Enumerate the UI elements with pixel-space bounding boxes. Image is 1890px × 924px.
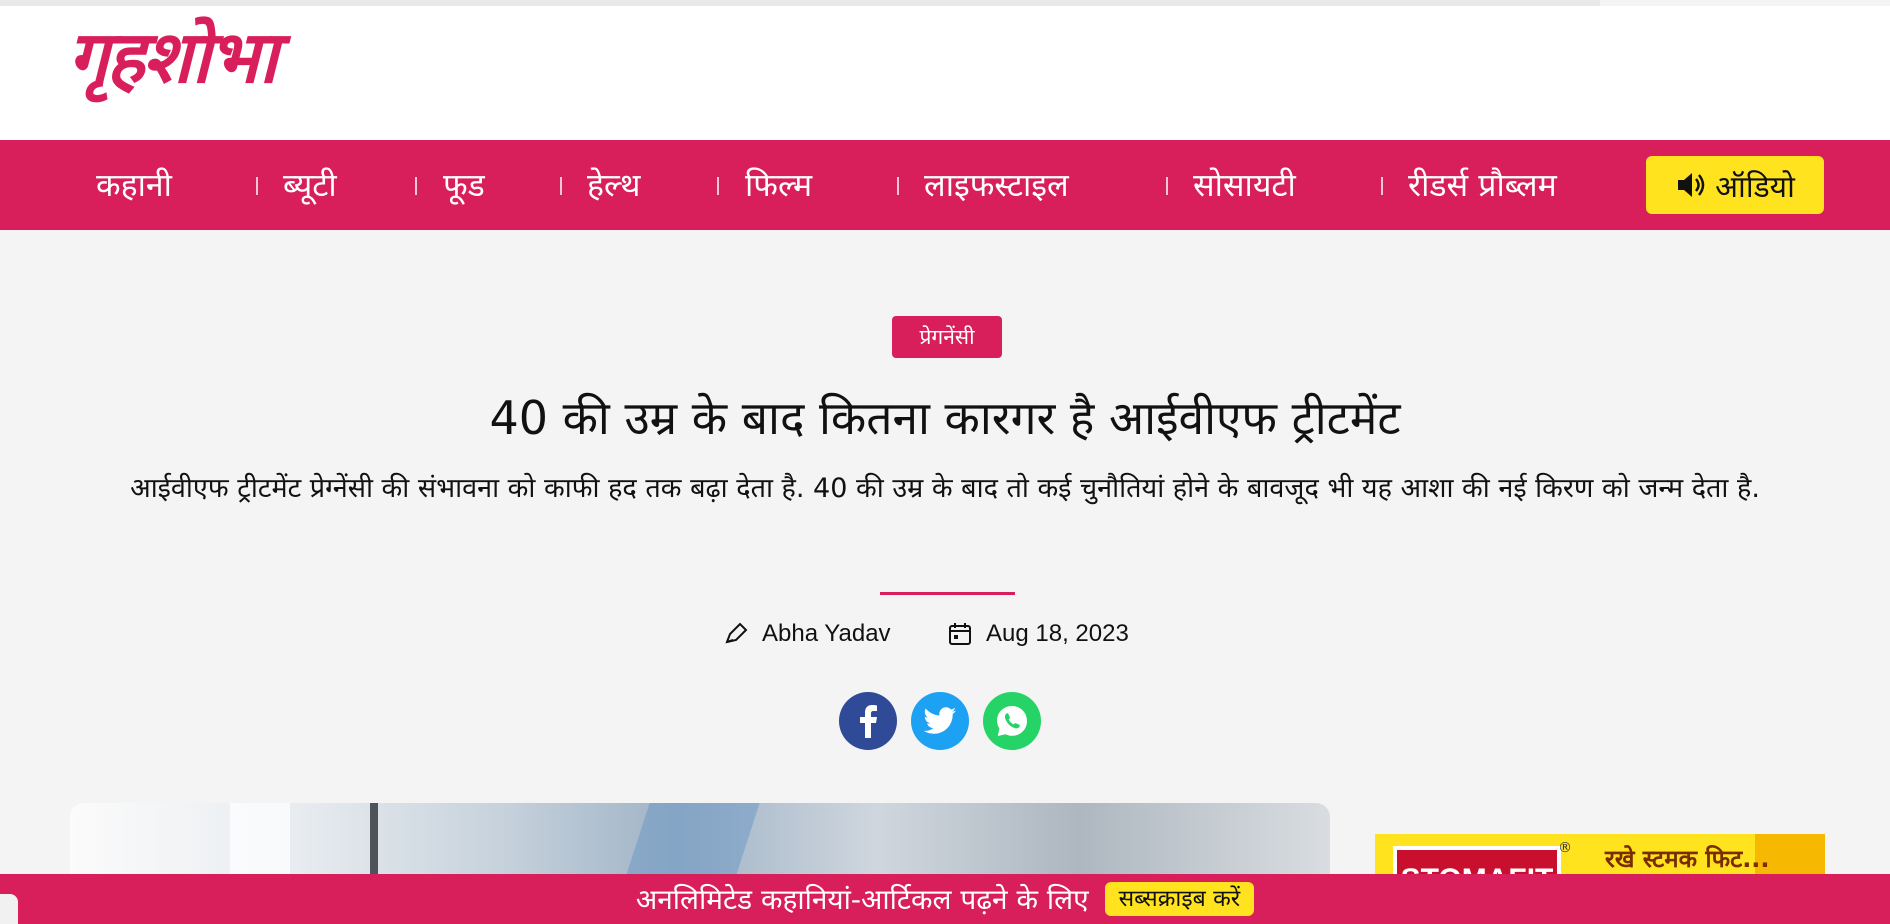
nav-item-health[interactable]: हेल्थ: [587, 140, 640, 230]
category-badge[interactable]: प्रेगनेंसी: [892, 316, 1002, 358]
site-header: गृहशोभा: [0, 6, 1890, 140]
nav-separator: [897, 177, 899, 195]
nav-item-food[interactable]: फूड: [443, 140, 485, 230]
share-twitter-button[interactable]: [911, 692, 969, 750]
share-facebook-button[interactable]: [839, 692, 897, 750]
author-meta[interactable]: Abha Yadav: [722, 614, 891, 654]
title-divider: [880, 592, 1015, 595]
nav-separator: [560, 177, 562, 195]
audio-button[interactable]: ऑडियो: [1646, 156, 1824, 214]
nav-item-kahani[interactable]: कहानी: [96, 140, 172, 230]
nav-separator: [256, 177, 258, 195]
subscribe-bar: अनलिमिटेड कहानियां-आर्टिकल पढ़ने के लिए …: [0, 874, 1890, 924]
article-title: 40 की उम्र के बाद कितना कारगर है आईवीएफ …: [489, 391, 1401, 445]
ad-registered-mark: ®: [1558, 840, 1572, 856]
facebook-icon: [860, 705, 877, 738]
nav-item-society[interactable]: सोसायटी: [1193, 140, 1296, 230]
site-logo[interactable]: गृहशोभा: [68, 14, 278, 100]
whatsapp-icon: [997, 706, 1027, 736]
article-subtitle: आईवीएफ ट्रीटमेंट प्रेग्नेंसी की संभावना …: [130, 473, 1760, 504]
audio-label: ऑडियो: [1715, 169, 1795, 205]
calendar-icon: [949, 623, 971, 645]
nav-separator: [1381, 177, 1383, 195]
twitter-icon: [923, 707, 956, 734]
side-tab[interactable]: [0, 894, 18, 924]
share-whatsapp-button[interactable]: [983, 692, 1041, 750]
pen-icon: [725, 622, 748, 644]
subscribe-button[interactable]: सब्सक्राइब करें: [1104, 882, 1255, 916]
nav-item-film[interactable]: फिल्म: [745, 140, 812, 230]
nav-item-lifestyle[interactable]: लाइफस्टाइल: [924, 140, 1069, 230]
date-meta: Aug 18, 2023: [946, 614, 1129, 654]
nav-item-beauty[interactable]: ब्यूटी: [283, 140, 337, 230]
nav-separator: [415, 177, 417, 195]
nav-separator: [1166, 177, 1168, 195]
nav-separator: [717, 177, 719, 195]
main-nav: कहानी ब्यूटी फूड हेल्थ फिल्म लाइफस्टाइल …: [0, 140, 1890, 230]
author-name[interactable]: Abha Yadav: [762, 620, 891, 648]
speaker-icon: [1678, 173, 1705, 197]
publish-date: Aug 18, 2023: [986, 620, 1129, 647]
subscribe-promo-text: अनलिमिटेड कहानियां-आर्टिकल पढ़ने के लिए: [635, 883, 1089, 916]
nav-item-readers-problem[interactable]: रीडर्स प्रौब्लम: [1408, 140, 1557, 230]
ad-tagline: रखे स्टमक फिट...: [1605, 845, 1770, 873]
